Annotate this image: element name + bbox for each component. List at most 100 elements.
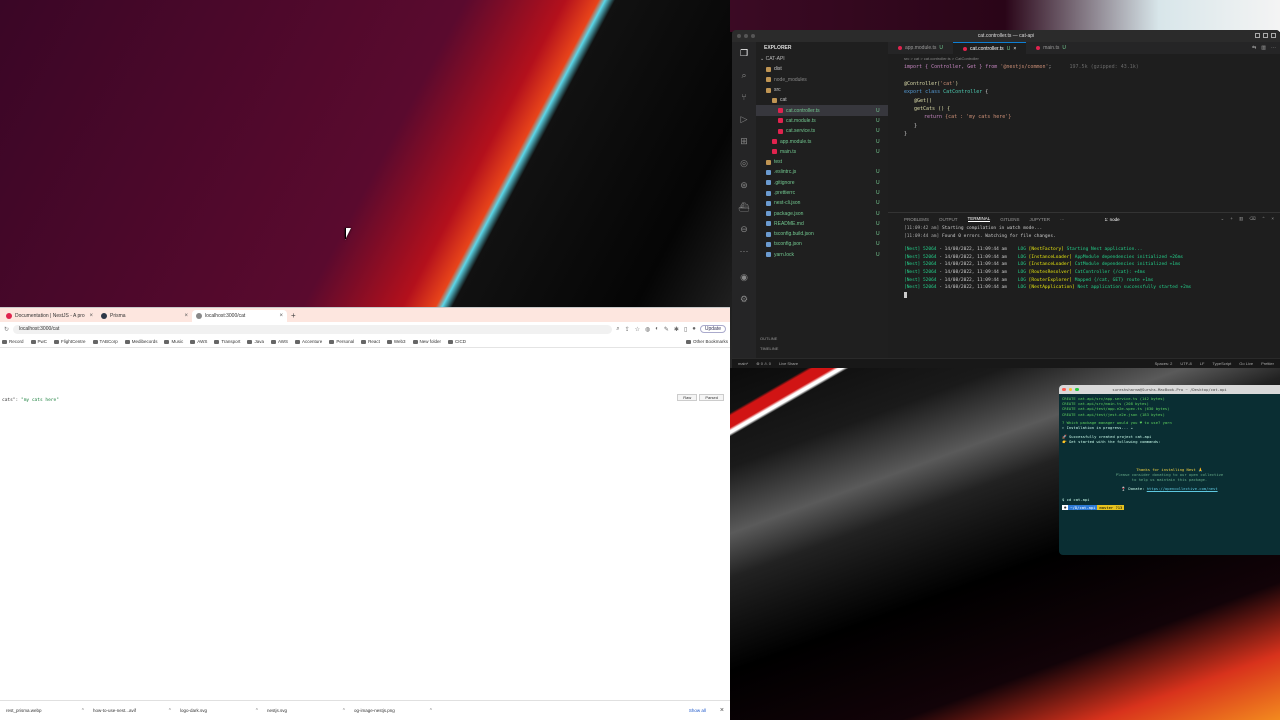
bookmark-item[interactable]: AWS bbox=[190, 339, 207, 344]
timeline-section[interactable]: TIMELINE bbox=[760, 344, 778, 354]
status-item[interactable]: UTF-8 bbox=[1180, 361, 1191, 366]
panel-tab[interactable]: OUTPUT bbox=[939, 217, 958, 222]
tree-item[interactable]: test bbox=[756, 157, 888, 167]
minimize-window-icon[interactable] bbox=[744, 34, 748, 38]
tree-item[interactable]: dist bbox=[756, 64, 888, 74]
more-actions-icon[interactable]: ⋯ bbox=[1271, 45, 1276, 51]
editor-tab-cat-controller[interactable]: cat.controller.ts U × bbox=[953, 42, 1027, 54]
bookmark-item[interactable]: PwC bbox=[30, 339, 47, 344]
chevron-up-icon[interactable]: ⌃ bbox=[168, 708, 172, 714]
minimize-window-icon[interactable] bbox=[1068, 387, 1072, 391]
tree-item[interactable]: app.module.ts U bbox=[756, 136, 888, 146]
bookmark-item[interactable]: Web3 bbox=[386, 339, 406, 344]
tree-item[interactable]: cat.module.ts U bbox=[756, 116, 888, 126]
bookmark-item[interactable]: New folder bbox=[412, 339, 441, 344]
maximize-window-icon[interactable] bbox=[751, 34, 755, 38]
bookmark-item[interactable]: FlightCentre bbox=[54, 339, 86, 344]
status-item[interactable]: main* bbox=[738, 361, 748, 366]
panel-tab[interactable]: ··· bbox=[1060, 217, 1065, 222]
trash-icon[interactable]: ⌫ bbox=[1249, 216, 1255, 222]
layout-icon[interactable] bbox=[1255, 33, 1260, 38]
add-terminal-icon[interactable]: + bbox=[1230, 216, 1233, 222]
bookmark-item[interactable]: Record bbox=[2, 339, 24, 344]
parsed-button[interactable]: Parsed bbox=[699, 394, 724, 401]
gitlens-icon[interactable]: ⊛ bbox=[732, 174, 756, 196]
tree-item[interactable]: README.md U bbox=[756, 219, 888, 229]
chevron-down-icon[interactable]: ⌄ bbox=[1221, 216, 1225, 222]
search-icon[interactable]: ⌕ bbox=[732, 64, 756, 86]
remote-icon[interactable]: ◎ bbox=[732, 152, 756, 174]
tree-item[interactable]: tsconfig.build.json U bbox=[756, 229, 888, 239]
project-folder[interactable]: ⌄ CAT-API bbox=[756, 54, 888, 64]
extension-icon[interactable]: ✎ bbox=[664, 326, 669, 333]
tree-item[interactable]: yarn.lock U bbox=[756, 250, 888, 260]
bookmark-item[interactable]: React bbox=[361, 339, 380, 344]
extensions-icon[interactable]: ⊞ bbox=[732, 130, 756, 152]
close-window-icon[interactable] bbox=[737, 34, 741, 38]
status-item[interactable]: LF bbox=[1200, 361, 1205, 366]
close-icon[interactable]: × bbox=[720, 707, 724, 714]
avatar[interactable]: ● bbox=[692, 326, 696, 333]
files-icon[interactable]: ❐ bbox=[732, 42, 756, 64]
star-icon[interactable]: ☆ bbox=[635, 326, 640, 333]
close-icon[interactable]: × bbox=[1013, 46, 1016, 52]
tree-item[interactable]: .gitignore U bbox=[756, 178, 888, 188]
tab-localhost[interactable]: localhost:3000/cat × bbox=[192, 310, 287, 322]
tab-nestjs-docs[interactable]: Documentation | NestJS - A pro × bbox=[2, 310, 97, 322]
maximize-panel-icon[interactable]: ⌃ bbox=[1262, 216, 1266, 222]
status-item[interactable]: TypeScript bbox=[1212, 361, 1231, 366]
download-item[interactable]: how-to-use-nest...avif ⌃ bbox=[89, 708, 176, 714]
live-share-icon[interactable]: ⊖ bbox=[732, 218, 756, 240]
bookmark-item[interactable]: Medibecords bbox=[124, 339, 157, 344]
terminal-selector[interactable]: 1: node bbox=[1105, 217, 1120, 222]
update-button[interactable]: Update bbox=[699, 325, 726, 333]
status-item[interactable]: Live Share bbox=[779, 361, 798, 366]
panel-tab[interactable]: JUPYTER bbox=[1030, 217, 1051, 222]
split-terminal-icon[interactable]: ▥ bbox=[1239, 216, 1243, 222]
show-all-button[interactable]: Show all bbox=[689, 708, 706, 713]
reload-icon[interactable]: ↻ bbox=[4, 326, 9, 333]
chevron-up-icon[interactable]: ⌃ bbox=[429, 708, 433, 714]
chevron-up-icon[interactable]: ⌃ bbox=[342, 708, 346, 714]
tree-item[interactable]: src bbox=[756, 85, 888, 95]
editor-tab-main[interactable]: main.ts U bbox=[1026, 42, 1076, 54]
puzzle-icon[interactable]: ✱ bbox=[674, 326, 679, 333]
editor-tab-app-module[interactable]: app.module.ts U bbox=[888, 42, 953, 54]
close-window-icon[interactable] bbox=[1062, 387, 1066, 391]
tree-item[interactable]: package.json U bbox=[756, 208, 888, 218]
share-icon[interactable]: ⇪ bbox=[625, 326, 630, 333]
chevron-up-icon[interactable]: ⌃ bbox=[255, 708, 259, 714]
sidebar-icon[interactable]: ▯ bbox=[684, 326, 687, 333]
layout-icon[interactable] bbox=[1263, 33, 1268, 38]
close-icon[interactable]: × bbox=[184, 313, 188, 319]
tab-prisma[interactable]: Prisma × bbox=[97, 310, 192, 322]
zoom-icon[interactable]: ⌕ bbox=[616, 326, 619, 333]
bookmark-item[interactable]: Transport bbox=[214, 339, 240, 344]
raw-button[interactable]: Raw bbox=[677, 394, 698, 401]
donate-link[interactable]: https://opencollective.com/nest bbox=[1147, 486, 1218, 491]
close-icon[interactable]: × bbox=[1271, 216, 1274, 222]
compare-icon[interactable]: ⇆ bbox=[1252, 45, 1256, 51]
other-bookmarks[interactable]: Other Bookmarks bbox=[685, 339, 728, 344]
close-icon[interactable]: × bbox=[279, 313, 283, 319]
tree-item[interactable]: cat.service.ts U bbox=[756, 126, 888, 136]
settings-gear-icon[interactable]: ⚙ bbox=[732, 288, 756, 310]
extension-icon[interactable]: ◐ bbox=[655, 326, 659, 333]
bookmark-item[interactable]: Personal bbox=[329, 339, 354, 344]
integrated-terminal[interactable]: [11:09:42 am] Starting compilation in wa… bbox=[888, 225, 1280, 301]
terminal-output[interactable]: CREATE cat-api/src/app.service.ts (142 b… bbox=[1059, 394, 1280, 512]
status-item[interactable]: Go Live bbox=[1239, 361, 1253, 366]
split-editor-icon[interactable]: ▥ bbox=[1261, 45, 1266, 51]
tree-item[interactable]: tsconfig.json U bbox=[756, 239, 888, 249]
panel-tab[interactable]: TERMINAL bbox=[967, 216, 991, 222]
run-debug-icon[interactable]: ▷ bbox=[732, 108, 756, 130]
source-control-icon[interactable]: ⑂ bbox=[732, 86, 756, 108]
docker-icon[interactable]: ⛴ bbox=[732, 196, 756, 218]
panel-tab[interactable]: GITLENS bbox=[1000, 217, 1019, 222]
bookmark-item[interactable]: Accenture bbox=[295, 339, 322, 344]
more-icon[interactable]: ⋯ bbox=[732, 240, 756, 262]
download-item[interactable]: rest_prisma.webp ⌃ bbox=[2, 708, 89, 714]
tree-item[interactable]: .eslintrc.js U bbox=[756, 167, 888, 177]
tree-item[interactable]: cat.controller.ts U bbox=[756, 105, 888, 116]
tree-item[interactable]: nest-cli.json U bbox=[756, 198, 888, 208]
